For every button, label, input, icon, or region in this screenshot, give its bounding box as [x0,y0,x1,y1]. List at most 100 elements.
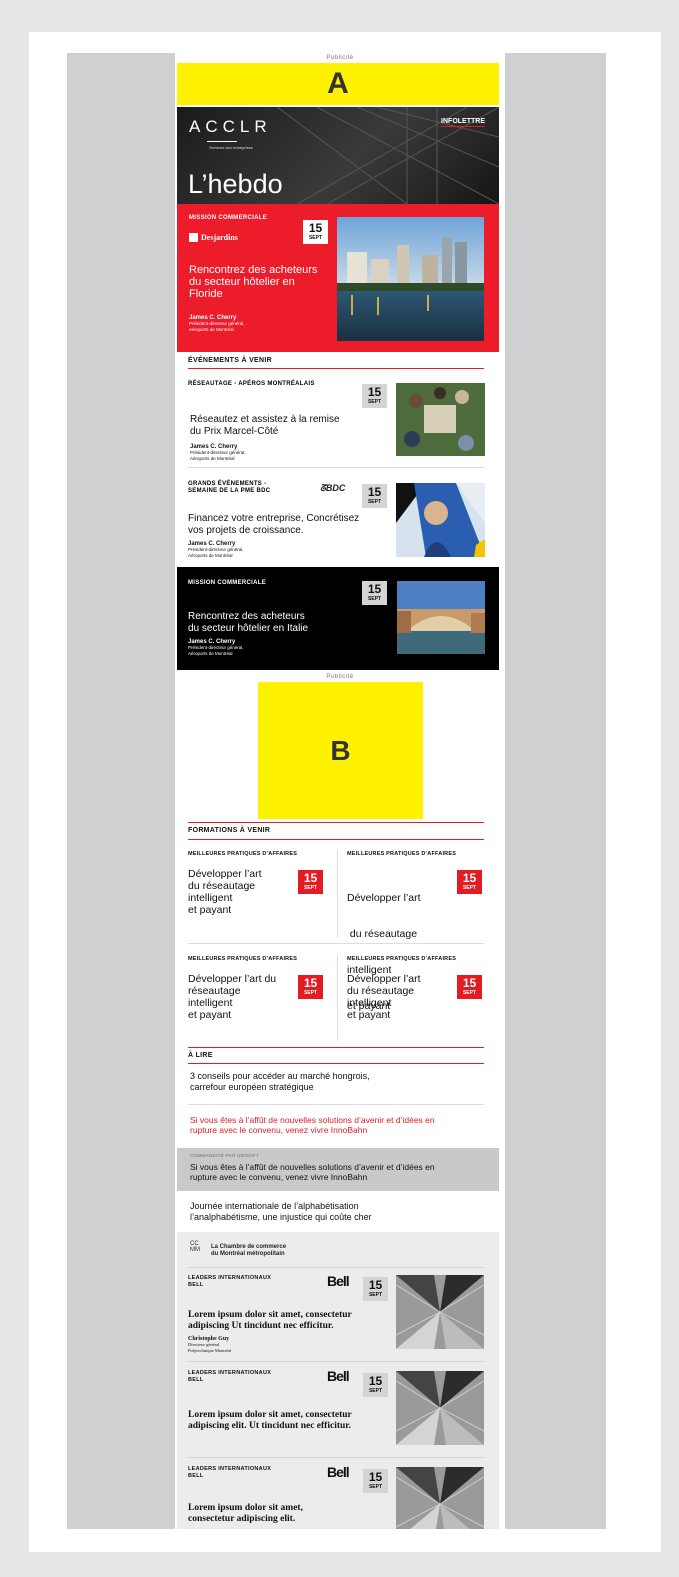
formation-tag: MEILLEURES PRATIQUES D’AFFAIRES [347,956,457,962]
chamber-title-line: Lorem ipsum dolor sit amet, consectetur [188,1310,352,1320]
speaker-org: Polytechnique Montréal [188,1347,232,1353]
event-title-line: Rencontrez des acheteurs [188,611,305,622]
building-photo[interactable] [396,1467,484,1529]
date-month: SEPT [462,990,477,996]
newsletter-header: ACCLR Services aux entreprises INFOLETTR… [177,107,499,204]
sponsor-name: BDC [325,483,346,493]
event-title-line: du secteur hôtelier en Italie [188,623,309,634]
event-title[interactable]: Réseautez et assistez à la remise du Pri… [190,414,340,438]
sponsored-text: Si vous êtes à l’affût de nouvelles solu… [190,1162,435,1182]
miami-photo[interactable] [337,217,484,341]
event-tag-line: SEMAINE DE LA PME BDC [188,488,271,494]
left-margin [67,53,175,1529]
ad-placeholder: B [330,734,351,766]
formation-title-line: du réseautage [347,985,415,997]
desjardins-logo: Desjardins [189,233,238,242]
event-title-line: Financez votre entreprise, Concrétisez [188,513,360,524]
date-day: 15 [462,976,477,990]
skyscraper-image [396,1371,484,1445]
formation-title[interactable]: Développer l’art du réseautage intellige… [347,973,421,1021]
item-divider [188,1267,484,1268]
sponsored-line: Si vous êtes à l’affût de nouvelles solu… [190,1162,435,1172]
event-tag: RÉSEAUTAGE - APÉROS MONTRÉALAIS [188,381,315,387]
venice-photo[interactable] [397,581,485,654]
networking-photo[interactable] [396,383,485,456]
formation-tag: MEILLEURES PRATIQUES D’AFFAIRES [188,956,298,962]
infolettre-link[interactable]: INFOLETTRE [441,118,485,127]
page-title: L’hebdo [188,169,283,199]
date-badge: 15 SEPT [457,870,482,894]
article-line: l’analphabétisme, une injustice qui coût… [190,1212,372,1222]
formation-title-line: et payant [188,1009,232,1021]
date-badge: 15 SEPT [457,975,482,999]
date-badge: 15 SEPT [362,581,387,605]
ad-banner-a[interactable]: A [177,63,499,105]
speaker-org: Aéroports de Montréal [190,455,235,461]
formation-title-line: Développer l’art du [188,973,277,985]
people-at-table-image [396,383,485,456]
promo-link[interactable]: Si vous êtes à l’affût de nouvelles solu… [190,1115,435,1135]
section-divider [188,839,484,840]
event-title[interactable]: Rencontrez des acheteurs du secteur hôte… [188,611,308,635]
date-badge: 15 SEPT [363,1277,388,1301]
formation-title-line: du réseautage [188,880,256,892]
featured-title-line: Rencontrez des acheteurs [189,264,318,276]
formation-title-line: Développer l’art [347,973,421,985]
speaker-role: Président-directeur général, [189,321,245,326]
event-title-line: vos projets de croissance. [188,525,304,536]
featured-title[interactable]: Rencontrez des acheteurs du secteur hôte… [189,264,317,300]
chamber-tag-line: LEADERS INTERNATIONAUX [188,1275,272,1281]
promo-line: rupture avec le convenu, venez vivre Inn… [190,1125,368,1135]
date-month: SEPT [368,1292,383,1298]
promo-line: Si vous êtes à l’affût de nouvelles solu… [190,1115,435,1125]
event-speaker: James C. Cherry Président-directeur géné… [190,444,246,461]
article-link[interactable]: Journée internationale de l’alphabétisat… [190,1201,372,1223]
item-divider [188,1104,484,1105]
chamber-title[interactable]: Lorem ipsum dolor sit amet, consectetur … [188,1310,352,1332]
event-tag: GRANDS ÉVÉNEMENTS - SEMAINE DE LA PME BD… [188,481,270,495]
article-line: 3 conseils pour accéder au marché hongro… [190,1071,370,1081]
date-day: 15 [367,582,382,596]
event-speaker: James C. Cherry Président-directeur géné… [188,541,244,558]
right-margin [505,53,606,1529]
speaker-role: Président-directeur général, [188,547,244,552]
formation-title-line: Développer l’art [188,868,262,880]
newsletter-column: Publicité A ACCLR Services aux entrepris… [175,53,505,1529]
event-title-line: Réseautez et assistez à la remise [190,414,340,425]
sponsor-name: Desjardins [201,233,238,242]
featured-title-line: Floride [189,288,223,300]
formation-title-line: Développer l’art [347,892,421,904]
featured-tag: MISSION COMMERCIALE [189,215,268,221]
article-link[interactable]: 3 conseils pour accéder au marché hongro… [190,1071,370,1093]
sponsored-block[interactable]: COMMANDITÉ PAR UBISOFT Si vous êtes à l’… [177,1148,499,1191]
ad-banner-b[interactable]: B [258,682,423,819]
building-photo[interactable] [396,1275,484,1349]
date-day: 15 [308,221,323,235]
event-black-card[interactable]: MISSION COMMERCIALE 15 SEPT Rencontrez d… [177,567,499,670]
chamber-title[interactable]: Lorem ipsum dolor sit amet, consectetur … [188,1410,352,1432]
formation-title[interactable]: Développer l’art du réseautage intellige… [188,973,276,1021]
event-title[interactable]: Financez votre entreprise, Concrétisez v… [188,513,359,537]
featured-event[interactable]: MISSION COMMERCIALE Desjardins 15 SEPT R… [177,204,499,352]
chamber-tag: LEADERS INTERNATIONAUX BELL [188,1466,271,1479]
portrait-photo[interactable] [396,483,485,557]
chamber-tag-line: LEADERS INTERNATIONAUX [188,1466,272,1472]
city-waterfront-image [337,217,484,341]
date-badge: 15 SEPT [363,1373,388,1397]
date-badge: 15 SEPT [303,220,328,244]
acclr-logo[interactable]: ACCLR [189,117,272,137]
building-photo[interactable] [396,1371,484,1445]
formation-title[interactable]: Développer l’art du réseautage intellige… [188,868,262,916]
speaker-org: Aéroports de Montréal [188,650,233,656]
speaker-org: Aéroports de Montréal [188,552,233,558]
chamber-title[interactable]: Lorem ipsum dolor sit amet, consectetur … [188,1503,303,1525]
date-badge: 15 SEPT [362,484,387,508]
chamber-block: CC MM La Chambre de commerce du Montréal… [177,1232,499,1529]
chamber-title-line: consectetur adipiscing elit. [188,1514,296,1524]
speaker-org: Aéroports de Montréal [189,326,234,332]
section-divider [188,1047,484,1048]
events-section-title: ÉVÉNEMENTS À VENIR [188,357,272,364]
bdc-logo: ᘔBDC [320,483,345,494]
date-month: SEPT [303,990,318,996]
chamber-title-line: Lorem ipsum dolor sit amet, consectetur [188,1410,352,1420]
